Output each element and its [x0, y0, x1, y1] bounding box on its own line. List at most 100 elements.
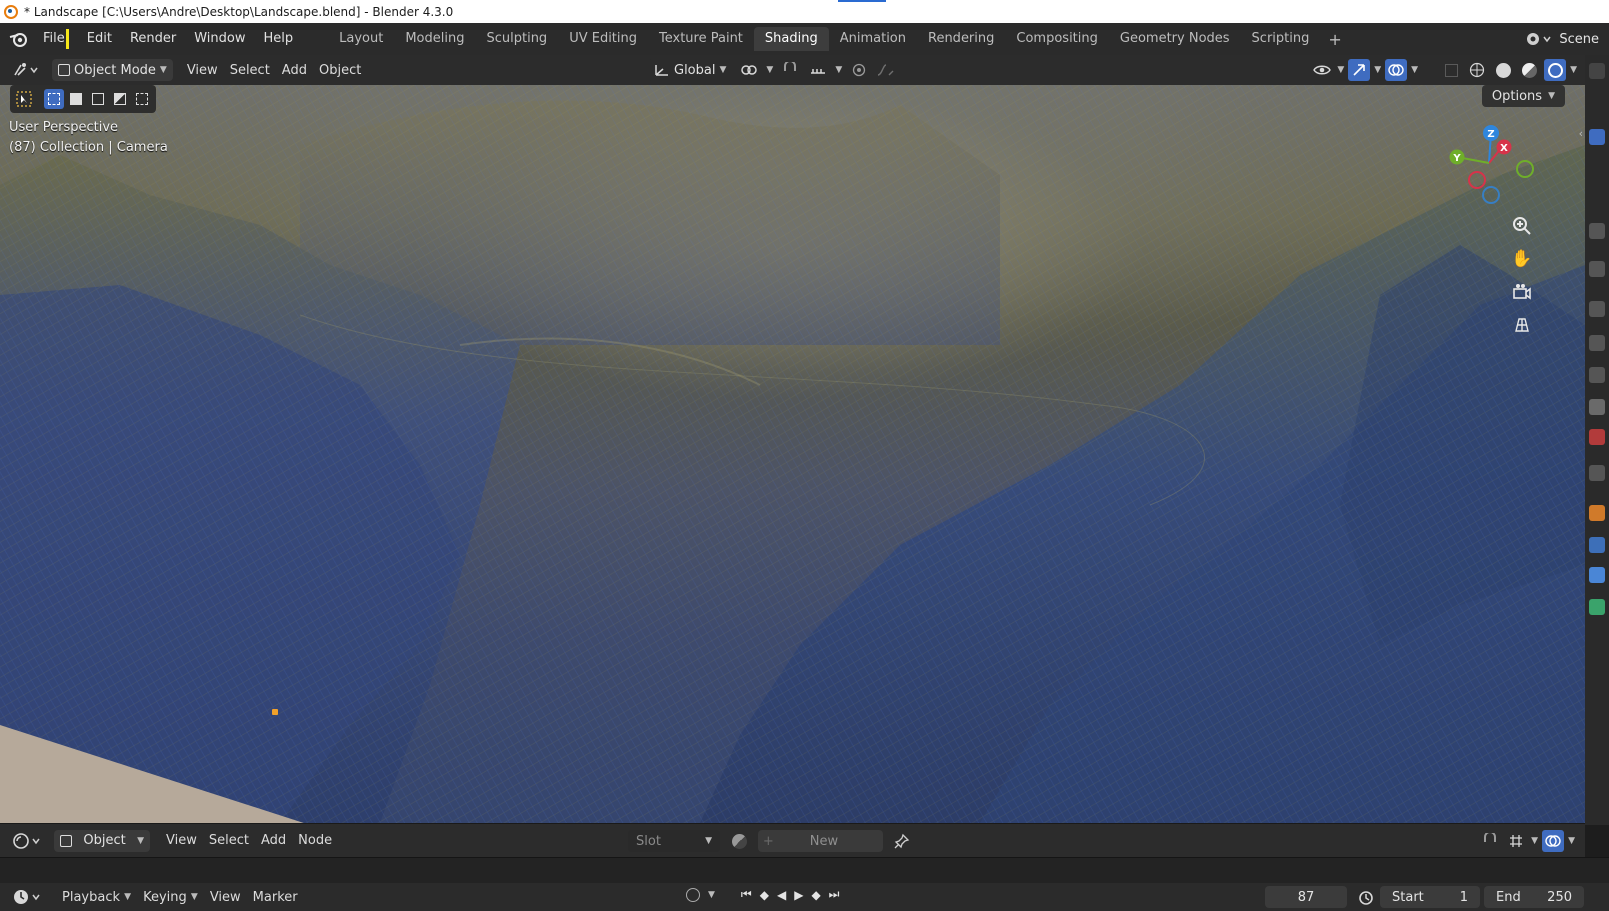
tab-animation[interactable]: Animation [829, 27, 917, 51]
rendered-shading-icon[interactable] [1544, 59, 1567, 81]
select-subtract-icon[interactable] [88, 89, 108, 109]
snap-magnet-icon[interactable] [779, 59, 801, 81]
menu-object[interactable]: Object [313, 59, 367, 81]
chevron-down-icon[interactable]: ▼ [766, 65, 773, 75]
tab-geometry-nodes[interactable]: Geometry Nodes [1109, 27, 1241, 51]
select-intersect-icon[interactable] [132, 89, 152, 109]
tool-icon[interactable] [1589, 223, 1605, 239]
shader-type-dropdown[interactable]: Object ▼ [54, 829, 150, 852]
play-icon[interactable]: ▶ [794, 888, 803, 902]
camera-view-icon[interactable] [1509, 279, 1535, 305]
slot-dropdown[interactable]: Slot ▼ [628, 830, 720, 852]
prev-keyframe-icon[interactable]: ◆ [760, 888, 769, 902]
menu-marker[interactable]: Marker [247, 886, 304, 908]
chevron-down-icon[interactable]: ▼ [835, 65, 842, 75]
timeline-editor-type-button[interactable] [6, 886, 48, 908]
strip-tab-icon[interactable] [1589, 63, 1605, 79]
zoom-icon[interactable] [1509, 213, 1535, 239]
overlays-toggle-icon[interactable] [1385, 59, 1408, 81]
tab-scripting[interactable]: Scripting [1241, 27, 1321, 51]
modifiers-icon[interactable] [1589, 537, 1605, 553]
shader-editor-type-button[interactable] [6, 830, 48, 852]
xray-toggle-icon[interactable] [1440, 59, 1462, 81]
menu-select[interactable]: Select [203, 830, 255, 852]
auto-keying-icon[interactable] [686, 887, 700, 902]
chevron-down-icon[interactable]: ▼ [1568, 836, 1575, 846]
scene-icon[interactable] [1589, 399, 1605, 415]
wireframe-shading-icon[interactable] [1466, 59, 1488, 81]
jump-start-icon[interactable]: ⏮ [741, 887, 752, 902]
select-new-icon[interactable] [44, 89, 64, 109]
options-dropdown[interactable]: Options ▼ [1481, 85, 1565, 107]
tab-modeling[interactable]: Modeling [394, 27, 475, 51]
overlays-toggle-icon[interactable] [1542, 830, 1565, 852]
collapse-arrow-icon[interactable]: ‹ [1579, 127, 1583, 140]
tab-texture-paint[interactable]: Texture Paint [648, 27, 754, 51]
menu-help[interactable]: Help [255, 27, 303, 51]
pan-hand-icon[interactable]: ✋ [1509, 246, 1535, 272]
menu-edit[interactable]: Edit [78, 27, 121, 51]
tab-rendering[interactable]: Rendering [917, 27, 1005, 51]
tab-shading[interactable]: Shading [753, 27, 829, 51]
physics-icon[interactable] [1589, 567, 1605, 583]
visibility-eye-icon[interactable] [1311, 59, 1333, 81]
current-frame-field[interactable]: 87 [1265, 886, 1347, 908]
chevron-down-icon[interactable]: ▼ [1570, 65, 1577, 75]
menu-view[interactable]: View [160, 830, 203, 852]
select-tool-icon[interactable] [14, 89, 34, 109]
menu-add[interactable]: Add [276, 59, 313, 81]
3d-viewport[interactable]: User Perspective (87) Collection | Camer… [0, 85, 1585, 823]
view-layer-icon[interactable] [1589, 367, 1605, 383]
world-icon[interactable] [1589, 429, 1605, 445]
collection-icon[interactable] [1589, 465, 1605, 481]
keying-menu[interactable]: Keying ▼ [137, 886, 204, 908]
proportional-edit-icon[interactable] [848, 59, 870, 81]
snap-grid-icon[interactable] [1505, 830, 1527, 852]
render-icon[interactable] [1589, 301, 1605, 317]
start-frame-field[interactable]: Start 1 [1380, 886, 1480, 908]
active-properties-tab[interactable] [1589, 129, 1605, 145]
select-extend-icon[interactable] [66, 89, 86, 109]
new-material-button[interactable]: + New [758, 830, 883, 852]
next-keyframe-icon[interactable]: ◆ [811, 888, 820, 902]
gizmo-toggle-icon[interactable] [1348, 59, 1371, 81]
menu-select[interactable]: Select [224, 59, 276, 81]
chevron-down-icon[interactable]: ▼ [708, 890, 715, 900]
ortho-grid-icon[interactable] [1509, 312, 1535, 338]
chevron-down-icon[interactable]: ▼ [1411, 65, 1418, 75]
wrench-icon[interactable] [1589, 261, 1605, 277]
chevron-down-icon[interactable]: ▼ [1531, 836, 1538, 846]
blender-logo-icon[interactable] [6, 27, 32, 51]
scene-label[interactable]: Scene [1559, 32, 1599, 47]
add-workspace-button[interactable]: + [1320, 30, 1349, 49]
menu-render[interactable]: Render [121, 27, 185, 51]
navigation-gizmo[interactable]: Z X Y [1445, 123, 1545, 213]
pin-icon[interactable] [891, 830, 913, 852]
tab-sculpting[interactable]: Sculpting [475, 27, 558, 51]
shader-editor-canvas[interactable] [0, 857, 1609, 883]
pivot-icon[interactable] [738, 59, 760, 81]
snap-magnet-icon[interactable] [1479, 830, 1501, 852]
menu-view[interactable]: View [204, 886, 247, 908]
object-origin-marker[interactable] [272, 709, 278, 715]
scene-icon[interactable] [1523, 28, 1553, 50]
orientation-dropdown[interactable]: Global ▼ [648, 59, 733, 81]
falloff-curve-icon[interactable] [876, 59, 898, 81]
tab-uv-editing[interactable]: UV Editing [558, 27, 648, 51]
solid-shading-icon[interactable] [1492, 59, 1514, 81]
editor-type-button[interactable] [6, 59, 46, 81]
select-invert-icon[interactable] [110, 89, 130, 109]
output-icon[interactable] [1589, 335, 1605, 351]
tab-compositing[interactable]: Compositing [1005, 27, 1109, 51]
menu-node[interactable]: Node [292, 830, 338, 852]
end-frame-field[interactable]: End 250 [1484, 886, 1584, 908]
material-preview-icon[interactable] [1518, 59, 1540, 81]
snap-increment-icon[interactable] [807, 59, 829, 81]
menu-file[interactable]: File [34, 27, 78, 51]
mode-dropdown[interactable]: Object Mode ▼ [52, 59, 173, 81]
material-browse-icon[interactable] [728, 830, 750, 852]
chevron-down-icon[interactable]: ▼ [1337, 65, 1344, 75]
menu-add[interactable]: Add [255, 830, 292, 852]
constraints-icon[interactable] [1589, 599, 1605, 615]
menu-view[interactable]: View [181, 59, 224, 81]
